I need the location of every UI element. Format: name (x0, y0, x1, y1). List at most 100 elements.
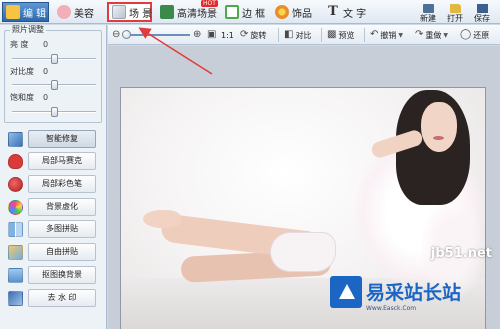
ornament-icon (275, 5, 289, 19)
logo-url-text: Www.Easck.Com (366, 305, 417, 312)
cutout-button[interactable]: 抠图换背景 (28, 266, 96, 284)
remove-watermark-button[interactable]: 去 水 印 (28, 289, 96, 307)
tab-ornament-label: 饰品 (292, 8, 312, 20)
photo-foot (143, 210, 181, 228)
preview-label: 预览 (338, 30, 355, 40)
smart-repair-button[interactable]: 智能修复 (28, 130, 96, 148)
redo-button[interactable]: ↷ 重做 ▼ (415, 28, 448, 42)
preview-icon: ▩ (327, 29, 337, 40)
compare-icon: ◧ (284, 29, 294, 40)
tool-row-color-pen: 局部彩色笔 (8, 175, 102, 195)
tab-ornament[interactable]: 饰品 (272, 2, 318, 22)
save-label: 保存 (474, 14, 490, 23)
compare-button[interactable]: ◧ 对比 (284, 28, 311, 42)
left-panel: 照片调整 亮 度 0 对比度 0 饱和度 0 智能修复 局部马赛克 局部彩色笔 … (0, 25, 107, 329)
zoom-out-icon: ⊖ (112, 29, 121, 40)
save-button[interactable]: 保存 (471, 1, 493, 23)
photo-clothing (271, 233, 335, 271)
zoom-out-button[interactable]: ⊖ (112, 28, 120, 42)
save-icon (476, 4, 488, 13)
logo-brand-text: 易采站长站 (366, 282, 462, 304)
undo-label: 撤销 (380, 30, 397, 40)
tool-row-cutout: 抠图换背景 (8, 266, 102, 286)
edit-icon (6, 5, 20, 19)
text-icon: T (328, 4, 338, 19)
image-toolbar: ⊖ ⊕ ▣ 1:1 ⟳ 旋转 ◧ 对比 ▩ 预览 ↶ 撤销 ▼ ↷ 重做 ▼ ◯… (108, 25, 500, 45)
zoom-in-button[interactable]: ⊕ (193, 28, 201, 42)
zoom-in-icon: ⊕ (193, 29, 202, 40)
tool-row-smart-repair: 智能修复 (8, 130, 102, 150)
zoom-slider[interactable] (122, 30, 190, 39)
color-pen-button[interactable]: 局部彩色笔 (28, 175, 96, 193)
contrast-slider[interactable] (12, 80, 96, 90)
top-tab-bar: 编 辑 美容 场 景 高清场景 HOT 边 框 饰品 T 文 字 新建 打开 保… (0, 0, 500, 24)
toolbar-divider (321, 28, 322, 42)
new-label: 新建 (420, 14, 436, 23)
tool-row-mosaic: 局部马赛克 (8, 152, 102, 172)
folder-icon (449, 4, 461, 13)
photo-face (421, 102, 457, 152)
remove-watermark-icon (8, 291, 23, 306)
multi-collage-icon (8, 222, 23, 237)
scene-icon (112, 5, 126, 19)
contrast-slider-thumb[interactable] (51, 80, 58, 90)
open-label: 打开 (447, 14, 463, 23)
multi-collage-button[interactable]: 多图拼贴 (28, 220, 96, 238)
undo-button[interactable]: ↶ 撤销 ▼ (370, 28, 403, 42)
mosaic-icon (8, 154, 23, 169)
photo-lips (433, 136, 444, 140)
restore-icon: ◯ (460, 29, 472, 40)
smart-repair-icon (8, 132, 23, 147)
redo-label: 重做 (425, 30, 442, 40)
tab-edit[interactable]: 编 辑 (2, 2, 49, 22)
redo-dropdown-icon[interactable]: ▼ (443, 32, 448, 39)
cutout-icon (8, 268, 23, 283)
fit-window-button[interactable]: ▣ (207, 28, 216, 42)
frame-icon (225, 5, 239, 19)
rotate-button[interactable]: ⟳ 旋转 (240, 28, 266, 42)
contrast-value: 0 (43, 67, 49, 76)
brightness-label: 亮 度 (10, 40, 29, 49)
brightness-value: 0 (43, 40, 49, 49)
tool-row-multi-collage: 多图拼贴 (8, 220, 102, 240)
tab-edit-label: 编 辑 (23, 8, 47, 20)
tab-text-label: 文 字 (343, 8, 367, 20)
preview-button[interactable]: ▩ 预览 (327, 28, 354, 42)
logo-mark-icon (330, 275, 362, 308)
undo-icon: ↶ (370, 29, 379, 40)
photo-adjust-group: 照片调整 亮 度 0 对比度 0 饱和度 0 (4, 25, 102, 123)
mosaic-button[interactable]: 局部马赛克 (28, 152, 96, 170)
rotate-label: 旋转 (250, 30, 267, 40)
tab-beauty-label: 美容 (74, 8, 94, 20)
saturation-slider[interactable] (12, 107, 96, 117)
hd-scene-icon (160, 5, 174, 19)
brightness-slider[interactable] (12, 54, 96, 64)
rotate-icon: ⟳ (240, 29, 249, 40)
hot-badge: HOT (201, 0, 218, 7)
brightness-slider-thumb[interactable] (51, 54, 58, 64)
tab-frame[interactable]: 边 框 (222, 2, 266, 22)
background-blur-button[interactable]: 背景虚化 (28, 198, 96, 216)
new-button[interactable]: 新建 (417, 1, 439, 23)
free-collage-button[interactable]: 自由拼贴 (28, 243, 96, 261)
saturation-slider-thumb[interactable] (51, 107, 58, 117)
undo-dropdown-icon[interactable]: ▼ (398, 32, 403, 39)
tool-row-free-collage: 自由拼贴 (8, 243, 102, 263)
open-button[interactable]: 打开 (444, 1, 466, 23)
tool-row-background-blur: 背景虚化 (8, 198, 102, 218)
tab-beauty[interactable]: 美容 (54, 2, 104, 22)
restore-button[interactable]: ◯ 还原 (460, 28, 489, 42)
zoom-slider-thumb[interactable] (122, 30, 131, 39)
watermark-logo: 易采站长站 Www.Easck.Com (330, 254, 500, 329)
fit-window-icon: ▣ (207, 29, 217, 40)
tab-scene[interactable]: 场 景 (107, 2, 152, 22)
tool-row-remove-watermark: 去 水 印 (8, 289, 102, 309)
saturation-value: 0 (43, 93, 49, 102)
tab-scene-label: 场 景 (129, 8, 153, 20)
redo-icon: ↷ (415, 29, 424, 40)
free-collage-icon (8, 245, 23, 260)
tab-text[interactable]: T 文 字 (323, 2, 367, 22)
actual-size-button[interactable]: 1:1 (221, 28, 234, 42)
saturation-label: 饱和度 (10, 93, 34, 102)
restore-label: 还原 (473, 30, 490, 40)
